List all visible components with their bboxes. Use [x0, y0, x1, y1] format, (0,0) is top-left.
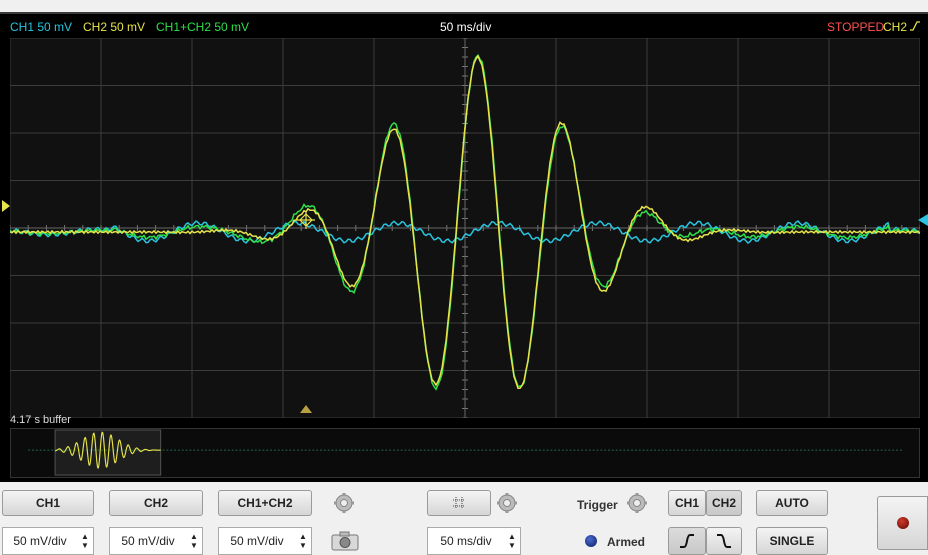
ch1-button[interactable]: CH1 [2, 490, 94, 516]
time-div-spinner[interactable]: 50 ms/div ▲ ▼ [427, 527, 521, 555]
buffer-overview[interactable] [10, 428, 920, 478]
rising-edge-button[interactable] [668, 527, 706, 555]
sum-scale-readout: CH1+CH2 50 mV [156, 20, 250, 34]
waveform-plot[interactable] [10, 38, 920, 418]
camera-icon[interactable] [330, 530, 360, 552]
ch1-volts-div-value: 50 mV/div [13, 534, 67, 548]
trigger-point-marker [297, 211, 315, 229]
ch2-scale-readout: CH2 50 mV [83, 20, 146, 34]
ch1-volts-div-spinner[interactable]: 50 mV/div ▲ ▼ [2, 527, 94, 555]
gear-icon[interactable] [626, 492, 648, 514]
gear-icon[interactable] [333, 492, 355, 514]
ch2-volts-div-value: 50 mV/div [121, 534, 175, 548]
cursor-crosshair-button[interactable] [427, 490, 491, 516]
crosshair-icon [453, 497, 465, 509]
spinner-arrows-icon[interactable]: ▲ ▼ [504, 532, 520, 550]
timebase-readout: 50 ms/div [440, 20, 492, 34]
trigger-channel-readout: CH2 [883, 20, 908, 34]
ch1-scale-readout: CH1 50 mV [10, 20, 73, 34]
gear-icon[interactable] [496, 492, 518, 514]
auto-button[interactable]: AUTO [756, 490, 828, 516]
run-stop-button[interactable] [877, 496, 928, 550]
run-stop-led-icon [896, 517, 909, 529]
ch2-volts-div-spinner[interactable]: 50 mV/div ▲ ▼ [109, 527, 203, 555]
rising-edge-icon [680, 534, 694, 548]
spinner-arrows-icon[interactable]: ▲ ▼ [186, 532, 202, 550]
falling-edge-button[interactable] [706, 527, 742, 555]
trigger-label: Trigger [577, 498, 618, 512]
time-div-value: 50 ms/div [440, 534, 492, 548]
trigger-ch1-button[interactable]: CH1 [668, 490, 706, 516]
armed-label: Armed [607, 535, 646, 549]
oscilloscope-display: CH1 50 mV CH2 50 mV CH1+CH2 50 mV 50 ms/… [0, 12, 928, 482]
ch2-offset-marker[interactable] [2, 200, 10, 212]
falling-edge-icon [717, 534, 731, 548]
trigger-slope-icon [909, 20, 921, 35]
armed-indicator-led [585, 535, 597, 547]
status-readout: STOPPED [827, 20, 885, 34]
ch2-button[interactable]: CH2 [109, 490, 203, 516]
trigger-position-marker[interactable] [300, 405, 312, 413]
ch1-offset-marker[interactable] [918, 214, 928, 226]
top-border [0, 12, 928, 14]
ch1-plus-ch2-button[interactable]: CH1+CH2 [218, 490, 312, 516]
sum-volts-div-spinner[interactable]: 50 mV/div ▲ ▼ [218, 527, 312, 555]
spinner-arrows-icon[interactable]: ▲ ▼ [295, 532, 311, 550]
sum-volts-div-value: 50 mV/div [230, 534, 284, 548]
single-button[interactable]: SINGLE [756, 527, 828, 555]
spinner-arrows-icon[interactable]: ▲ ▼ [77, 532, 93, 550]
trigger-ch2-button[interactable]: CH2 [706, 490, 742, 516]
buffer-label: 4.17 s buffer [10, 414, 71, 426]
